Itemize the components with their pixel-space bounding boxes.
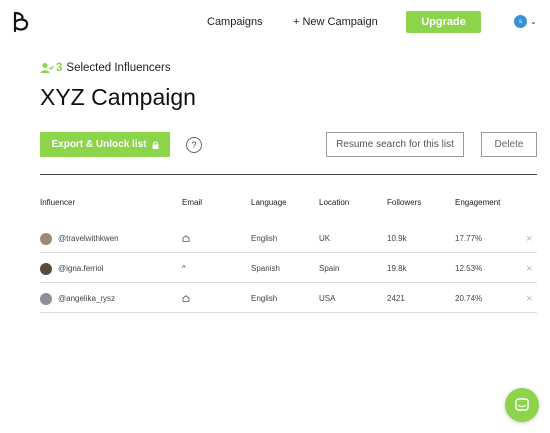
remove-row-icon[interactable]: × [526,254,532,283]
table-row[interactable]: @igna.ferriol ^ Spanish Spain 19.8k 12.5… [40,254,537,283]
influencer-handle[interactable]: @travelwithkwen [58,234,119,243]
email-locked-icon [182,284,190,313]
column-header-language: Language [251,198,287,207]
resume-search-button[interactable]: Resume search for this list [326,132,464,157]
export-unlock-button[interactable]: Export & Unlock list [40,132,170,157]
column-header-email: Email [182,198,203,207]
location-cell: UK [319,234,331,243]
chat-icon [515,398,529,411]
nav-new-campaign-link[interactable]: + New Campaign [293,16,378,28]
avatar [40,292,52,305]
avatar [40,232,52,245]
followers-cell: 2421 [387,294,405,303]
language-cell: Spanish [251,264,280,273]
selected-influencers-summary: 3 Selected Influencers [40,62,171,74]
avatar[interactable]: s [514,15,527,28]
influencer-handle[interactable]: @igna.ferriol [58,264,103,273]
engagement-cell: 17.77% [455,234,483,243]
language-cell: English [251,234,278,243]
user-check-icon [40,63,54,73]
help-icon[interactable]: ? [186,137,202,153]
column-header-followers: Followers [387,198,422,207]
account-menu[interactable]: s ⌄ [514,15,537,28]
email-status-mark: ^ [182,264,186,273]
upgrade-button[interactable]: Upgrade [406,11,481,33]
chat-support-button[interactable] [505,388,539,422]
email-locked-icon [182,224,190,253]
followers-cell: 10.9k [387,234,407,243]
column-header-location: Location [319,198,350,207]
location-cell: Spain [319,264,340,273]
table-row[interactable]: @travelwithkwen English UK 10.9k 17.77% … [40,224,537,253]
remove-row-icon[interactable]: × [526,224,532,253]
selected-count: 3 [56,62,63,74]
section-divider [40,174,537,175]
remove-row-icon[interactable]: × [526,284,532,313]
avatar [40,262,52,275]
page-title: XYZ Campaign [40,84,196,110]
delete-button[interactable]: Delete [481,132,537,157]
export-label: Export & Unlock list [51,139,147,150]
engagement-cell: 12.53% [455,264,483,273]
location-cell: USA [319,294,336,303]
followers-cell: 19.8k [387,264,407,273]
column-header-engagement: Engagement [455,198,501,207]
table-row[interactable]: @angelika_rysz English USA 2421 20.74% × [40,284,537,313]
lock-icon [152,141,158,149]
language-cell: English [251,294,278,303]
selected-label: Selected Influencers [66,62,171,74]
chevron-down-icon[interactable]: ⌄ [530,17,537,26]
engagement-cell: 20.74% [455,294,483,303]
nav-campaigns-link[interactable]: Campaigns [207,16,263,28]
column-header-influencer: Influencer [40,198,76,207]
brand-logo-icon[interactable] [10,11,32,33]
influencer-handle[interactable]: @angelika_rysz [58,294,115,303]
